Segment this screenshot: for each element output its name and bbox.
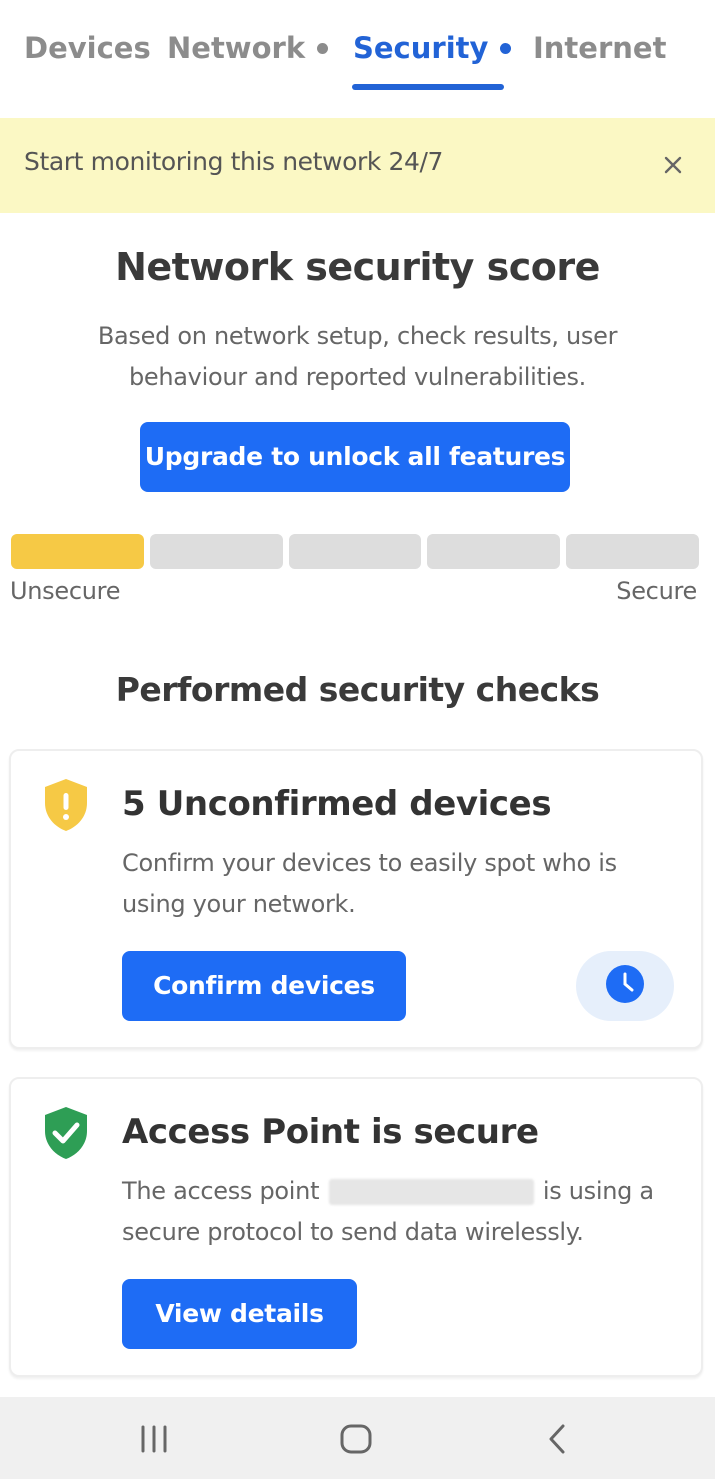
home-icon[interactable] (336, 1419, 376, 1459)
checks-title: Performed security checks (115, 670, 600, 709)
tab-network-label: Network (167, 31, 306, 65)
tab-internet[interactable]: Internet (533, 26, 666, 70)
unconfirmed-devices-card: 5 Unconfirmed devices Confirm your devic… (9, 749, 703, 1049)
tab-network[interactable]: Network (167, 26, 329, 70)
confirm-devices-button[interactable]: Confirm devices (122, 951, 406, 1021)
tab-network-indicator-dot (317, 42, 329, 54)
upgrade-button[interactable]: Upgrade to unlock all features (140, 422, 570, 492)
back-icon[interactable] (538, 1419, 578, 1459)
banner-text: Start monitoring this network 24/7 (24, 147, 444, 176)
card-text: The access point is using a secure proto… (122, 1171, 682, 1253)
meter-segment (427, 534, 561, 569)
score-title: Network security score (115, 245, 600, 289)
close-icon[interactable] (656, 148, 690, 182)
card-text-before: The access point (122, 1177, 320, 1205)
tab-devices-label: Devices (24, 31, 151, 65)
card-title: 5 Unconfirmed devices (122, 784, 552, 824)
active-tab-indicator (352, 84, 504, 90)
security-score-meter (11, 534, 699, 569)
meter-segment (288, 534, 422, 569)
tab-internet-label: Internet (533, 31, 667, 65)
meter-segment (149, 534, 283, 569)
access-point-card: Access Point is secure The access point … (9, 1077, 703, 1377)
tab-bar: Devices Network Security Internet (0, 0, 715, 118)
tab-security-label: Security (353, 31, 489, 65)
system-navigation-bar (0, 1397, 715, 1479)
meter-segment (11, 534, 144, 569)
card-text: Confirm your devices to easily spot who … (122, 849, 617, 918)
clock-icon (605, 964, 645, 1008)
card-title: Access Point is secure (122, 1112, 539, 1152)
meter-segment (566, 534, 699, 569)
warning-shield-icon (41, 777, 91, 833)
score-description: Based on network setup, check results, u… (97, 322, 618, 391)
tab-security-indicator-dot (500, 42, 512, 54)
tab-devices[interactable]: Devices (24, 26, 151, 70)
meter-high-label: Secure (616, 577, 697, 605)
redacted-access-point-id (328, 1179, 534, 1205)
monitoring-banner[interactable]: Start monitoring this network 24/7 (0, 118, 715, 213)
check-shield-icon (41, 1105, 91, 1161)
meter-low-label: Unsecure (10, 577, 121, 605)
view-details-button[interactable]: View details (122, 1279, 357, 1349)
remind-later-button[interactable] (576, 951, 674, 1021)
recent-apps-icon[interactable] (134, 1419, 174, 1459)
tab-security[interactable]: Security (353, 26, 512, 70)
